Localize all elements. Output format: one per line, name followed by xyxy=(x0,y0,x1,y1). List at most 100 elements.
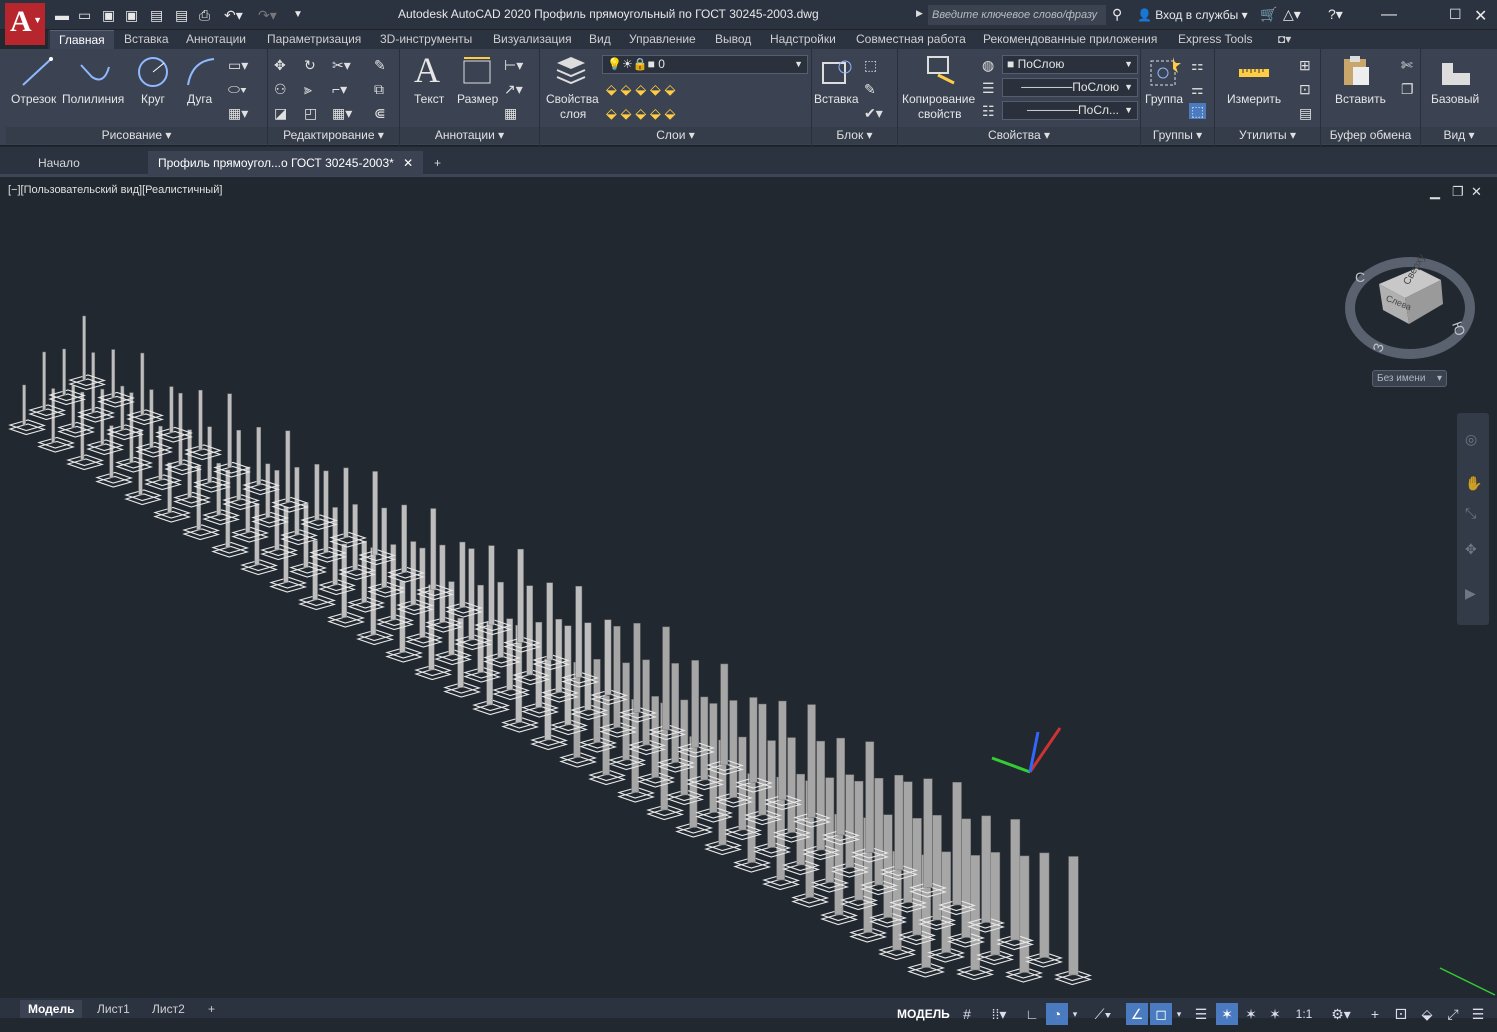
panel-block-title[interactable]: Блок ▾ xyxy=(812,127,897,144)
profile-post[interactable] xyxy=(439,544,446,623)
base-frame[interactable] xyxy=(48,389,87,406)
base-frame[interactable] xyxy=(57,421,96,438)
profile-post[interactable] xyxy=(497,581,504,658)
circle-button[interactable]: Круг xyxy=(141,92,165,106)
color-dropdown[interactable]: ■ ПоСлою ▼ xyxy=(1002,55,1138,74)
base-frame[interactable] xyxy=(37,436,76,453)
copy-icon[interactable]: ⚇ xyxy=(274,81,287,97)
grid-icon[interactable]: # xyxy=(957,1003,977,1025)
linetype-dropdown[interactable]: ──────ПоСлою ▼ xyxy=(1002,78,1138,97)
profile-post[interactable] xyxy=(923,778,933,888)
workspace-gear-icon[interactable]: ⚙▾ xyxy=(1324,1003,1358,1025)
layout-tab-sheet1[interactable]: Лист1 xyxy=(89,1000,138,1018)
profile-post[interactable] xyxy=(372,471,378,556)
base-frame[interactable] xyxy=(124,489,163,506)
profile-post[interactable] xyxy=(80,391,85,461)
hatch-icon[interactable]: ⬭▾ xyxy=(228,81,247,97)
annotation-visibility-icon[interactable]: ✶ xyxy=(1216,1003,1238,1025)
compass-north-label[interactable]: С xyxy=(1355,269,1365,285)
insert-block-button[interactable]: Вставка xyxy=(814,92,859,106)
tab-featured-apps[interactable]: Рекомендованные приложения xyxy=(983,32,1157,46)
move-icon[interactable]: ✥ xyxy=(274,57,286,73)
profile-post[interactable] xyxy=(825,777,835,883)
tab-parametric[interactable]: Параметризация xyxy=(267,32,361,46)
profile-post[interactable] xyxy=(82,315,86,381)
annotation-monitor-icon[interactable]: + xyxy=(1364,1003,1386,1025)
customization-icon[interactable]: ☰ xyxy=(1467,1003,1489,1025)
cut-icon[interactable]: ✄ xyxy=(1401,57,1413,73)
tab-annotate[interactable]: Аннотации xyxy=(186,32,246,46)
table-icon[interactable]: ▦ xyxy=(504,105,517,121)
trim-icon[interactable]: ✂▾ xyxy=(332,57,351,73)
profile-post[interactable] xyxy=(401,504,408,573)
web-save-icon[interactable]: ▤ xyxy=(175,7,188,23)
base-frame[interactable] xyxy=(153,506,192,523)
snap-icon[interactable]: ⁞⁞▾ xyxy=(983,1003,1015,1025)
profile-post[interactable] xyxy=(517,548,524,643)
profile-post[interactable] xyxy=(1039,852,1050,958)
profile-post[interactable] xyxy=(865,741,875,853)
calculator-icon[interactable]: ▤ xyxy=(1299,105,1312,121)
profile-post[interactable] xyxy=(227,393,232,468)
circle-icon[interactable] xyxy=(136,55,170,89)
text-button[interactable]: Текст xyxy=(414,92,444,106)
base-view-icon[interactable] xyxy=(1439,55,1473,89)
profile-post[interactable] xyxy=(274,470,280,551)
viewport-minimize-icon[interactable]: ▁ xyxy=(1430,184,1440,200)
text-icon[interactable]: A xyxy=(414,49,440,91)
mirror-icon[interactable]: ⫸ xyxy=(304,81,312,97)
osnap-tracking-icon[interactable]: ∠ xyxy=(1126,1003,1148,1025)
profile-post[interactable] xyxy=(22,384,26,426)
profile-post[interactable] xyxy=(874,777,884,886)
measure-icon[interactable] xyxy=(1237,55,1271,89)
profile-post[interactable] xyxy=(845,774,855,868)
select-all-icon[interactable]: ⊡ xyxy=(1299,81,1311,97)
profile-post[interactable] xyxy=(787,737,796,833)
scale-icon[interactable]: ◰ xyxy=(304,105,317,121)
ribbon-toggle-icon[interactable]: ◘▾ xyxy=(1278,32,1291,46)
quick-properties-icon[interactable]: ⬙ xyxy=(1416,1003,1438,1025)
profile-post[interactable] xyxy=(546,582,553,661)
panel-modify-title[interactable]: Редактирование ▾ xyxy=(268,127,399,144)
panel-groups-title[interactable]: Группы ▾ xyxy=(1141,127,1214,144)
close-icon[interactable]: ✕ xyxy=(1474,6,1487,26)
block-attributes-icon[interactable]: ✔▾ xyxy=(864,105,883,121)
model-3d-scene[interactable] xyxy=(0,180,1497,998)
tab-express-tools[interactable]: Express Tools xyxy=(1178,32,1252,46)
profile-post[interactable] xyxy=(294,467,300,536)
profile-post[interactable] xyxy=(903,781,913,903)
arc-button[interactable]: Дуга xyxy=(187,92,212,106)
profile-post[interactable] xyxy=(138,428,143,496)
profile-post[interactable] xyxy=(575,585,583,678)
copy-clip-icon[interactable]: ❐ xyxy=(1401,81,1414,97)
open-icon[interactable]: ▭ xyxy=(78,7,91,23)
panel-clipboard-title[interactable]: Буфер обмена xyxy=(1321,127,1420,144)
profile-post[interactable] xyxy=(430,508,437,591)
profile-post[interactable] xyxy=(758,703,767,816)
leader-icon[interactable]: ↗▾ xyxy=(504,81,523,97)
profile-post[interactable] xyxy=(448,581,455,656)
panel-properties-title[interactable]: Свойства ▾ xyxy=(898,127,1140,144)
profile-post[interactable] xyxy=(526,585,533,676)
tab-manage[interactable]: Управление xyxy=(629,32,696,46)
profile-post[interactable] xyxy=(285,430,291,503)
orbit-icon[interactable]: ✥ xyxy=(1465,541,1477,557)
tab-view[interactable]: Вид xyxy=(589,32,611,46)
base-frame[interactable] xyxy=(95,471,134,488)
binoculars-icon[interactable]: ⚲ xyxy=(1112,6,1122,23)
profile-post[interactable] xyxy=(314,464,320,521)
autodesk-a360-icon[interactable]: △▾ xyxy=(1283,6,1301,23)
profile-post[interactable] xyxy=(633,623,641,713)
profile-post[interactable] xyxy=(584,622,592,711)
layer-properties-icon[interactable] xyxy=(554,53,588,87)
fillet-icon[interactable]: ⌐▾ xyxy=(332,81,347,97)
paste-button[interactable]: Вставить xyxy=(1335,92,1386,106)
profile-post[interactable] xyxy=(613,626,621,728)
offset-icon[interactable]: ⋐ xyxy=(374,105,386,121)
layout-tab-model[interactable]: Модель xyxy=(20,1000,83,1018)
profile-post[interactable] xyxy=(662,626,670,731)
profile-post[interactable] xyxy=(691,660,699,748)
polyline-button[interactable]: Полилиния xyxy=(62,92,124,106)
profile-post[interactable] xyxy=(912,818,922,936)
layout-tab-sheet2[interactable]: Лист2 xyxy=(144,1000,193,1018)
